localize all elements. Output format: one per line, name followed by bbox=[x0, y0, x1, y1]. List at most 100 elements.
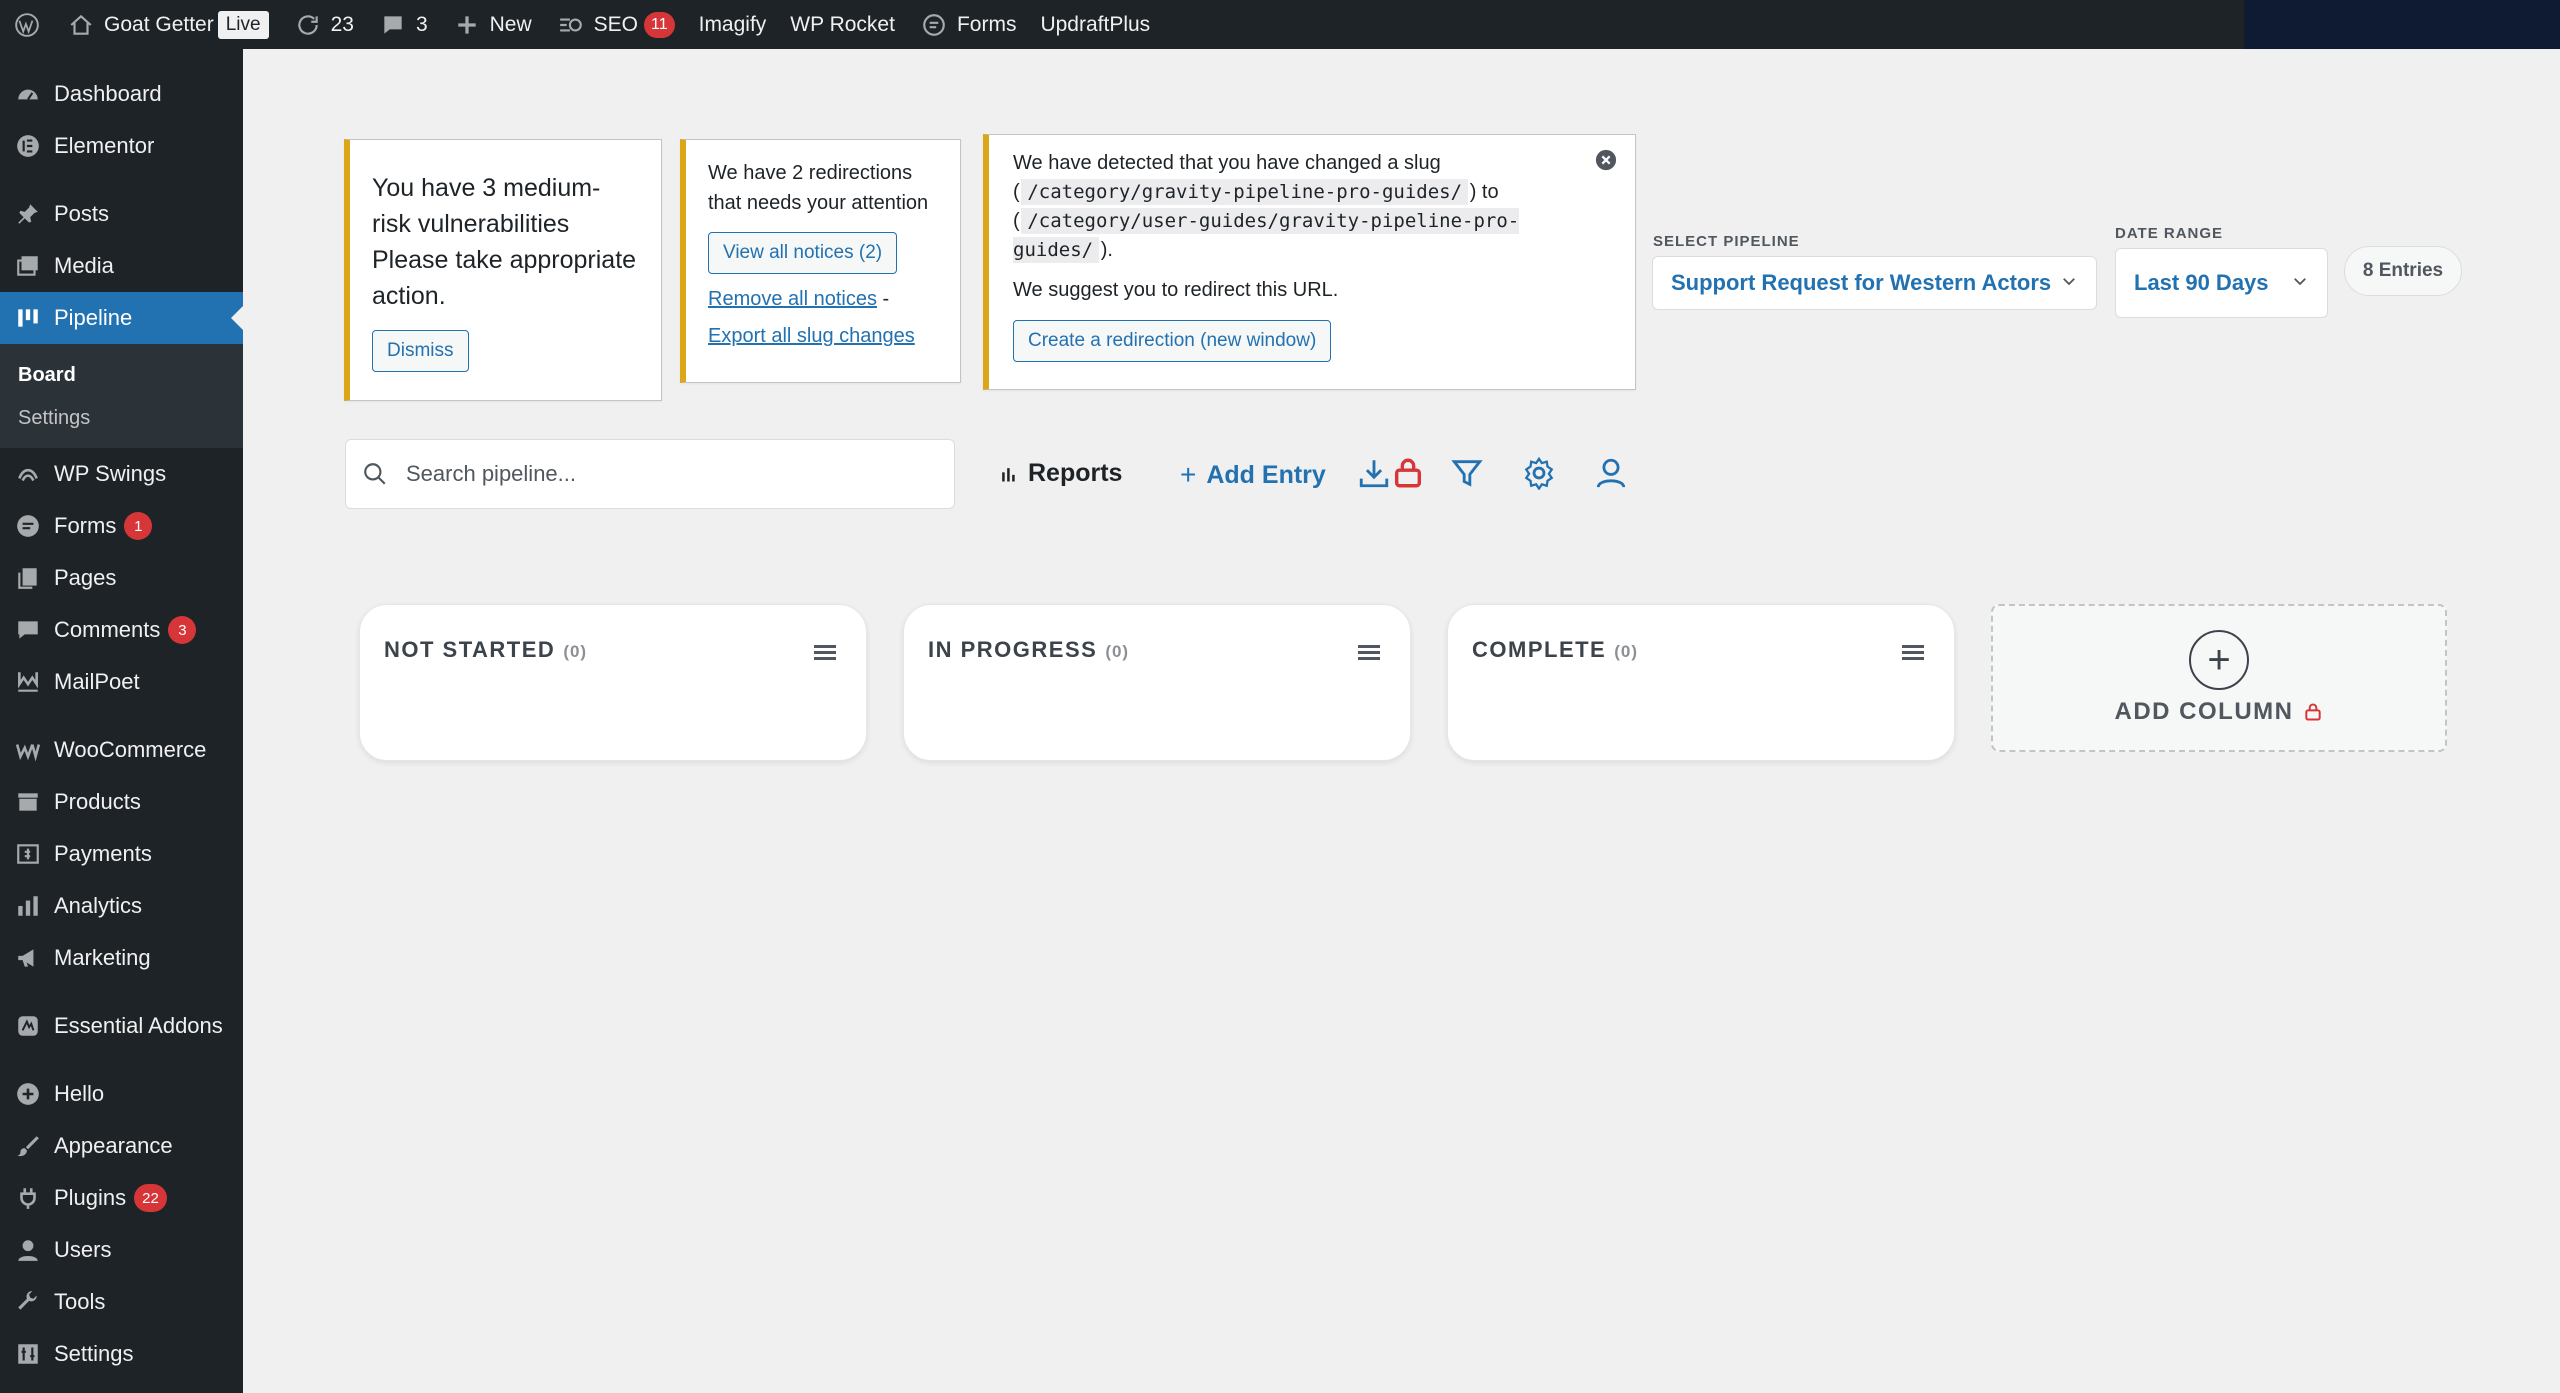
download-icon bbox=[1357, 456, 1391, 490]
comments-menu[interactable]: 3 bbox=[366, 0, 440, 49]
submenu-settings[interactable]: Settings bbox=[0, 397, 243, 440]
bar-chart-icon bbox=[998, 464, 1018, 484]
remove-all-notices-link[interactable]: Remove all notices bbox=[708, 288, 877, 310]
vulnerability-notice: You have 3 medium-risk vulnerabilities P… bbox=[344, 139, 662, 401]
column-menu-icon[interactable] bbox=[1902, 645, 1924, 663]
add-entry-button[interactable]: + Add Entry bbox=[1180, 459, 1326, 491]
export-slug-changes-link[interactable]: Export all slug changes bbox=[708, 325, 915, 347]
filter-button[interactable] bbox=[1447, 453, 1487, 493]
create-redirection-button[interactable]: Create a redirection (new window) bbox=[1013, 320, 1332, 362]
add-column-button[interactable]: + ADD COLUMN bbox=[1991, 604, 2447, 752]
forms-label: Forms bbox=[956, 12, 1017, 36]
wordpress-logo-menu[interactable] bbox=[0, 0, 54, 49]
seo-menu[interactable]: SEO 11 bbox=[544, 0, 687, 49]
updraftplus-label: UpdraftPlus bbox=[1040, 12, 1151, 36]
menu-plugins[interactable]: Plugins 22 bbox=[0, 1172, 243, 1224]
site-name-menu[interactable]: Goat Getter Live bbox=[54, 0, 281, 49]
pipeline-select[interactable]: Support Request for Western Actors bbox=[1652, 256, 2097, 310]
menu-appearance[interactable]: Appearance bbox=[0, 1120, 243, 1172]
view-all-notices-button[interactable]: View all notices (2) bbox=[708, 232, 898, 274]
home-icon bbox=[66, 10, 96, 40]
menu-settings[interactable]: Settings bbox=[0, 1328, 243, 1380]
forms-badge: 1 bbox=[124, 512, 153, 540]
menu-comments-label: Comments bbox=[54, 617, 161, 642]
user-assign-button[interactable] bbox=[1591, 453, 1631, 493]
column-menu-icon[interactable] bbox=[814, 645, 836, 663]
slug-intro-text: We have detected that you have changed a… bbox=[1013, 152, 1441, 174]
seo-icon bbox=[556, 10, 586, 40]
settings-button[interactable] bbox=[1519, 453, 1559, 493]
media-icon bbox=[14, 252, 42, 280]
column-count: (0) bbox=[1105, 642, 1130, 661]
menu-payments[interactable]: Payments bbox=[0, 828, 243, 880]
column-menu-icon[interactable] bbox=[1358, 645, 1380, 663]
menu-hello[interactable]: Hello bbox=[0, 1068, 243, 1120]
imagify-menu[interactable]: Imagify bbox=[687, 0, 779, 49]
menu-pipeline[interactable]: Pipeline bbox=[0, 292, 243, 344]
menu-posts[interactable]: Posts bbox=[0, 188, 243, 240]
forms-icon bbox=[919, 10, 949, 40]
board-column: IN PROGRESS (0) bbox=[903, 604, 1411, 761]
menu-comments[interactable]: Comments 3 bbox=[0, 604, 243, 656]
reports-button[interactable]: Reports bbox=[998, 459, 1122, 488]
menu-dashboard[interactable]: Dashboard bbox=[0, 68, 243, 120]
submenu-board[interactable]: Board bbox=[0, 354, 243, 397]
redirections-notice-text: We have 2 redirections that needs your a… bbox=[708, 162, 929, 214]
board-column: NOT STARTED (0) bbox=[359, 604, 867, 761]
new-content-menu[interactable]: New bbox=[440, 0, 544, 49]
menu-media[interactable]: Media bbox=[0, 240, 243, 292]
menu-users[interactable]: Users bbox=[0, 1224, 243, 1276]
menu-pages[interactable]: Pages bbox=[0, 552, 243, 604]
menu-wp-swings-label: WP Swings bbox=[54, 461, 167, 486]
menu-wp-swings[interactable]: WP Swings bbox=[0, 448, 243, 500]
menu-appearance-label: Appearance bbox=[54, 1133, 173, 1158]
essential-addons-icon bbox=[14, 1012, 42, 1040]
menu-analytics[interactable]: Analytics bbox=[0, 880, 243, 932]
menu-essential-addons[interactable]: Essential Addons bbox=[0, 1000, 243, 1052]
elementor-icon bbox=[14, 132, 42, 160]
forms-menu[interactable]: Forms bbox=[907, 0, 1029, 49]
wordpress-icon bbox=[12, 10, 42, 40]
mailpoet-icon bbox=[14, 668, 42, 696]
menu-posts-label: Posts bbox=[54, 201, 110, 226]
menu-marketing[interactable]: Marketing bbox=[0, 932, 243, 984]
menu-media-label: Media bbox=[54, 253, 114, 278]
updates-menu[interactable]: 23 bbox=[281, 0, 366, 49]
wp-rocket-label: WP Rocket bbox=[790, 12, 895, 36]
account-menu[interactable] bbox=[2244, 0, 2560, 52]
pin-icon bbox=[14, 200, 42, 228]
lock-icon bbox=[2303, 702, 2323, 722]
close-notice-icon[interactable] bbox=[1595, 149, 1617, 171]
dismiss-button[interactable]: Dismiss bbox=[372, 330, 469, 372]
export-download-button[interactable] bbox=[1359, 453, 1422, 493]
wp-rocket-menu[interactable]: WP Rocket bbox=[778, 0, 907, 49]
menu-woocommerce[interactable]: WooCommerce bbox=[0, 724, 243, 776]
updraftplus-menu[interactable]: UpdraftPlus bbox=[1028, 0, 1162, 49]
old-slug: /category/gravity-pipeline-pro-guides/ bbox=[1021, 179, 1469, 205]
pipeline-icon bbox=[14, 304, 42, 332]
entries-count-pill: 8 Entries bbox=[2344, 246, 2462, 296]
menu-products[interactable]: Products bbox=[0, 776, 243, 828]
date-range-select[interactable]: Last 90 Days bbox=[2115, 248, 2328, 318]
redirections-notice: We have 2 redirections that needs your a… bbox=[680, 139, 961, 383]
column-count: (0) bbox=[1614, 642, 1639, 661]
menu-forms[interactable]: Forms 1 bbox=[0, 500, 243, 552]
plus-icon bbox=[452, 10, 482, 40]
menu-elementor[interactable]: Elementor bbox=[0, 120, 243, 172]
menu-dashboard-label: Dashboard bbox=[54, 81, 162, 106]
comments-badge: 3 bbox=[168, 616, 197, 644]
user-icon bbox=[14, 1236, 42, 1264]
search-input[interactable] bbox=[406, 461, 926, 487]
search-box[interactable] bbox=[345, 439, 955, 509]
menu-tools[interactable]: Tools bbox=[0, 1276, 243, 1328]
menu-mailpoet[interactable]: MailPoet bbox=[0, 656, 243, 708]
menu-settings-label: Settings bbox=[54, 1341, 134, 1366]
woocommerce-icon bbox=[14, 736, 42, 764]
menu-hello-label: Hello bbox=[54, 1081, 105, 1106]
redirect-suggestion: We suggest you to redirect this URL. bbox=[1013, 279, 1339, 301]
column-header: COMPLETE (0) bbox=[1472, 637, 1638, 663]
add-column-label-wrap: ADD COLUMN bbox=[2115, 698, 2324, 726]
pages-icon bbox=[14, 564, 42, 592]
comment-icon bbox=[14, 616, 42, 644]
seo-label: SEO bbox=[593, 12, 638, 36]
